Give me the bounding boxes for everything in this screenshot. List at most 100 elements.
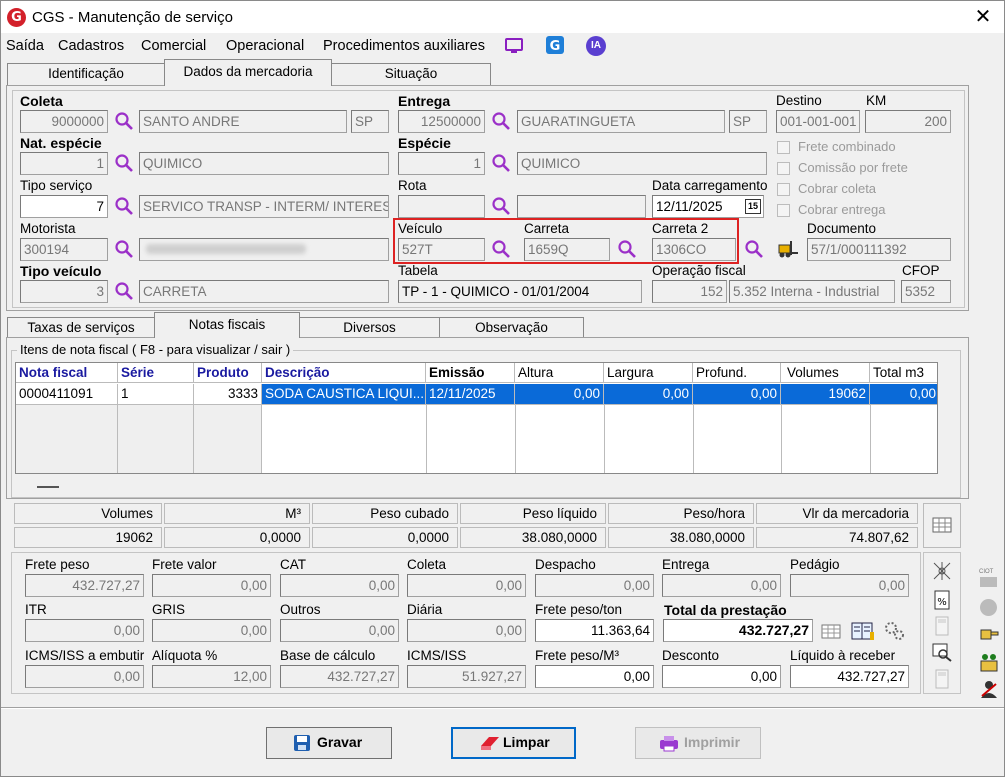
cobrar-entrega-checkbox[interactable]: [777, 204, 790, 217]
coleta-uf-field[interactable]: SP: [351, 110, 389, 133]
nat-especie-code-field[interactable]: 1: [20, 152, 108, 175]
tab-observacao[interactable]: Observação: [439, 317, 584, 337]
search-icon[interactable]: [491, 111, 511, 131]
base-calculo-field[interactable]: 432.727,27: [280, 665, 399, 688]
gravar-button[interactable]: Gravar: [266, 727, 392, 759]
user-edit-icon[interactable]: [978, 678, 1000, 700]
percent-doc-icon[interactable]: %: [933, 589, 951, 611]
tabela-field[interactable]: TP - 1 - QUIMICO - 01/01/2004: [398, 280, 642, 303]
tab-taxas-de-servicos[interactable]: Taxas de serviços: [7, 317, 155, 337]
tipo-veiculo-name-field[interactable]: CARRETA: [139, 280, 389, 303]
desconto-field[interactable]: 0,00: [662, 665, 781, 688]
frete-peso-field[interactable]: 432.727,27: [25, 574, 144, 597]
table-cell[interactable]: 12/11/2025: [426, 384, 515, 405]
itr-field[interactable]: 0,00: [25, 619, 144, 642]
close-icon[interactable]: ✕: [971, 5, 995, 29]
forklift-icon[interactable]: [777, 239, 799, 259]
menu-saida[interactable]: Saída: [6, 38, 44, 54]
entrega-city-field[interactable]: GUARATINGUETA: [517, 110, 725, 133]
column-header[interactable]: Altura: [515, 363, 604, 383]
table-cell[interactable]: 0000411091: [16, 384, 118, 405]
book-icon[interactable]: [850, 620, 876, 642]
table-cell[interactable]: 19062: [781, 384, 870, 405]
aliquota-field[interactable]: 12,00: [152, 665, 271, 688]
g-app-icon[interactable]: G: [545, 35, 565, 55]
icms-iss-field[interactable]: 51.927,27: [407, 665, 526, 688]
menu-procedimentos-auxiliares[interactable]: Procedimentos auxiliares: [323, 38, 485, 54]
coleta-city-field[interactable]: SANTO ANDRE: [139, 110, 347, 133]
column-header[interactable]: Largura: [604, 363, 693, 383]
menu-cadastros[interactable]: Cadastros: [58, 38, 124, 54]
cat-field[interactable]: 0,00: [280, 574, 399, 597]
search-icon[interactable]: [114, 111, 134, 131]
tab-notas-fiscais[interactable]: Notas fiscais: [154, 312, 300, 338]
coleta-code-field[interactable]: 9000000: [20, 110, 108, 133]
rota-name-field[interactable]: [517, 195, 646, 218]
rota-code-field[interactable]: [398, 195, 485, 218]
search-icon[interactable]: [491, 196, 511, 216]
table-cell[interactable]: SODA CAUSTICA LIQUI...: [262, 384, 426, 405]
entrega-calc-field[interactable]: 0,00: [662, 574, 781, 597]
notas-grid[interactable]: Nota fiscal Série Produto Descrição Emis…: [15, 362, 938, 474]
liquido-receber-field[interactable]: 432.727,27: [790, 665, 909, 688]
menu-operacional[interactable]: Operacional: [226, 38, 304, 54]
column-header[interactable]: Volumes: [781, 363, 870, 383]
column-header[interactable]: Profund.: [693, 363, 781, 383]
column-header[interactable]: Emissão: [426, 363, 515, 383]
frete-peso-ton-field[interactable]: 11.363,64: [535, 619, 654, 642]
entrega-uf-field[interactable]: SP: [729, 110, 767, 133]
column-header[interactable]: Total m3: [870, 363, 937, 383]
tipo-servico-name-field[interactable]: SERVICO TRANSP - INTERM/ INTERES: [139, 195, 389, 218]
coleta-calc-field[interactable]: 0,00: [407, 574, 526, 597]
ia-icon[interactable]: IA: [586, 36, 606, 56]
table-cell[interactable]: 0,00: [515, 384, 604, 405]
especie-code-field[interactable]: 1: [398, 152, 485, 175]
calendar-icon[interactable]: 15: [745, 199, 761, 214]
gris-field[interactable]: 0,00: [152, 619, 271, 642]
pedagio-field[interactable]: 0,00: [790, 574, 909, 597]
people-icon[interactable]: [978, 651, 1000, 673]
destino-field[interactable]: 001-001-001: [776, 110, 860, 133]
pointing-hand-icon[interactable]: [978, 624, 1000, 644]
settings-gears-icon[interactable]: [883, 620, 907, 642]
comissao-por-frete-checkbox[interactable]: [777, 162, 790, 175]
table-cell[interactable]: 3333: [194, 384, 262, 405]
tab-diversos[interactable]: Diversos: [299, 317, 440, 337]
column-header[interactable]: Série: [118, 363, 194, 383]
frete-combinado-checkbox[interactable]: [777, 141, 790, 154]
ciot-icon[interactable]: [980, 577, 997, 587]
nat-especie-name-field[interactable]: QUIMICO: [139, 152, 389, 175]
search-icon[interactable]: [114, 239, 134, 259]
tipo-veiculo-code-field[interactable]: 3: [20, 280, 108, 303]
operacao-fiscal-name-field[interactable]: 5.352 Interna - Industrial: [729, 280, 895, 303]
calc-button[interactable]: [923, 503, 961, 548]
column-header[interactable]: Descrição: [262, 363, 426, 383]
diaria-field[interactable]: 0,00: [407, 619, 526, 642]
table-cell[interactable]: 0,00: [870, 384, 937, 405]
cobrar-coleta-checkbox[interactable]: [777, 183, 790, 196]
entrega-code-field[interactable]: 12500000: [398, 110, 485, 133]
table-icon[interactable]: [820, 621, 842, 641]
operacao-fiscal-code-field[interactable]: 152: [652, 280, 727, 303]
tab-situacao[interactable]: Situação: [331, 63, 491, 85]
outros-field[interactable]: 0,00: [280, 619, 399, 642]
column-header[interactable]: Produto: [194, 363, 262, 383]
search-icon[interactable]: [114, 196, 134, 216]
tab-identificacao[interactable]: Identificação: [7, 63, 165, 85]
search-icon[interactable]: [491, 153, 511, 173]
frete-valor-field[interactable]: 0,00: [152, 574, 271, 597]
total-prestacao-field[interactable]: 432.727,27: [663, 619, 813, 642]
tab-dados-da-mercadoria[interactable]: Dados da mercadoria: [164, 59, 332, 86]
km-field[interactable]: 200: [865, 110, 951, 133]
table-cell[interactable]: 0,00: [604, 384, 693, 405]
table-cell[interactable]: 1: [118, 384, 194, 405]
column-header[interactable]: Nota fiscal: [16, 363, 118, 383]
menu-comercial[interactable]: Comercial: [141, 38, 206, 54]
tipo-servico-code-field[interactable]: 7: [20, 195, 108, 218]
documento-field[interactable]: 57/1/000111392: [807, 238, 951, 261]
frete-peso-m3-field[interactable]: 0,00: [535, 665, 654, 688]
cfop-field[interactable]: 5352: [901, 280, 951, 303]
motorista-code-field[interactable]: 300194: [20, 238, 108, 261]
despacho-field[interactable]: 0,00: [535, 574, 654, 597]
search-doc-icon[interactable]: [931, 642, 953, 662]
